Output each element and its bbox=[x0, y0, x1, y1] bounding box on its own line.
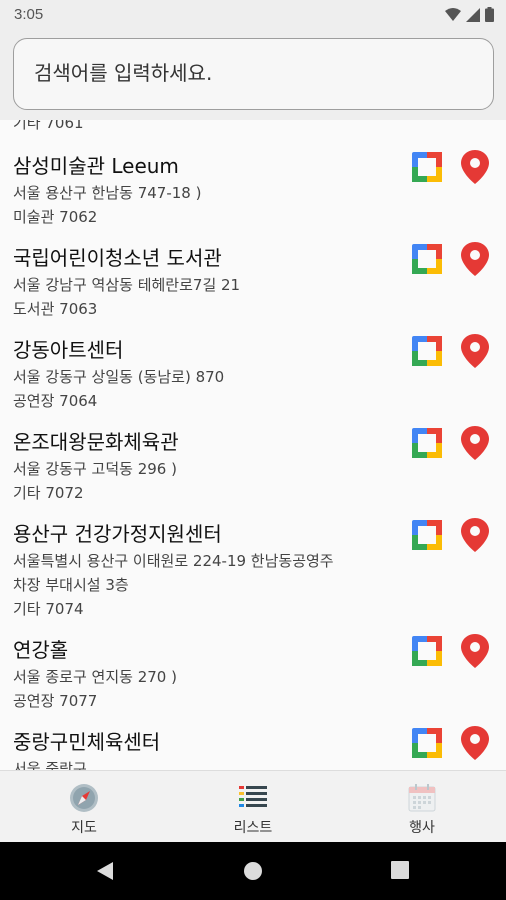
compass-icon bbox=[70, 784, 98, 812]
status-icons bbox=[445, 7, 494, 22]
place-name: 연강홀 bbox=[13, 638, 69, 662]
location-pin-icon[interactable] bbox=[461, 518, 489, 552]
place-address-continued: 차장 부대시설 3층 bbox=[13, 576, 129, 594]
place-name: 온조대왕문화체육관 bbox=[13, 430, 179, 454]
place-list[interactable]: 기타 7061 삼성미술관 Leeum 서울 용산구 한남동 747-18 ) … bbox=[0, 120, 506, 770]
place-address: 서울 용산구 한남동 747-18 ) bbox=[13, 184, 202, 202]
nav-label-list: 리스트 bbox=[233, 820, 273, 836]
bottom-nav: 지도 리스트 행사 bbox=[0, 770, 506, 842]
google-maps-icon[interactable] bbox=[412, 728, 442, 758]
place-address: 서울 종로구 연지동 270 ) bbox=[13, 668, 177, 686]
location-pin-icon[interactable] bbox=[461, 426, 489, 460]
place-name: 강동아트센터 bbox=[13, 338, 124, 362]
status-bar: 3:05 bbox=[0, 0, 506, 32]
home-icon[interactable] bbox=[243, 861, 263, 881]
system-nav-bar bbox=[0, 842, 506, 900]
list-item-cut-off-text: 기타 7061 bbox=[13, 120, 84, 132]
google-maps-icon[interactable] bbox=[412, 336, 442, 366]
location-pin-icon[interactable] bbox=[461, 634, 489, 668]
place-address: 서울 강동구 고덕동 296 ) bbox=[13, 460, 177, 478]
wifi-icon bbox=[445, 7, 461, 21]
search-input[interactable] bbox=[34, 61, 474, 85]
nav-tab-map[interactable]: 지도 bbox=[0, 771, 168, 843]
battery-icon bbox=[485, 7, 494, 22]
recents-icon[interactable] bbox=[391, 861, 409, 879]
place-address: 서울 중랑구 bbox=[13, 760, 87, 770]
back-icon[interactable] bbox=[95, 861, 115, 881]
nav-label-map: 지도 bbox=[71, 820, 97, 836]
status-time: 3:05 bbox=[14, 6, 44, 23]
place-address: 서울 강동구 상일동 (동남로) 870 bbox=[13, 368, 225, 386]
search-bar bbox=[0, 32, 506, 120]
google-maps-icon[interactable] bbox=[412, 152, 442, 182]
place-name: 삼성미술관 Leeum bbox=[13, 154, 179, 178]
list-icon bbox=[239, 786, 267, 807]
place-name: 용산구 건강가정지원센터 bbox=[13, 522, 222, 546]
place-category: 도서관 7063 bbox=[13, 300, 98, 318]
place-category: 미술관 7062 bbox=[13, 208, 98, 226]
google-maps-icon[interactable] bbox=[412, 636, 442, 666]
google-maps-icon[interactable] bbox=[412, 428, 442, 458]
nav-tab-list[interactable]: 리스트 bbox=[169, 771, 337, 843]
nav-tab-event[interactable]: 행사 bbox=[338, 771, 506, 843]
nav-label-event: 행사 bbox=[409, 820, 435, 836]
location-pin-icon[interactable] bbox=[461, 150, 489, 184]
search-box[interactable] bbox=[13, 38, 494, 110]
place-address: 서울 강남구 역삼동 테헤란로7길 21 bbox=[13, 276, 241, 294]
signal-icon bbox=[466, 7, 480, 22]
place-category: 기타 7072 bbox=[13, 484, 84, 502]
location-pin-icon[interactable] bbox=[461, 726, 489, 760]
place-category: 공연장 7064 bbox=[13, 392, 98, 410]
place-name: 국립어린이청소년 도서관 bbox=[13, 246, 222, 270]
place-category: 기타 7074 bbox=[13, 600, 84, 618]
location-pin-icon[interactable] bbox=[461, 242, 489, 276]
google-maps-icon[interactable] bbox=[412, 520, 442, 550]
place-address: 서울특별시 용산구 이태원로 224-19 한남동공영주 bbox=[13, 552, 334, 570]
place-name: 중랑구민체육센터 bbox=[13, 730, 161, 754]
location-pin-icon[interactable] bbox=[461, 334, 489, 368]
calendar-icon bbox=[408, 784, 436, 812]
google-maps-icon[interactable] bbox=[412, 244, 442, 274]
place-category: 공연장 7077 bbox=[13, 692, 98, 710]
